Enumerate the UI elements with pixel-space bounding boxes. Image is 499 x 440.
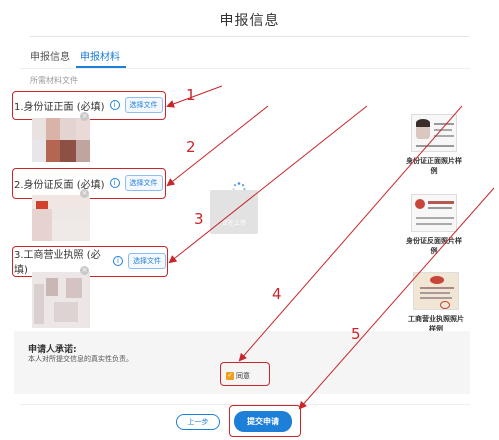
remove-file-icon[interactable]: ×	[80, 112, 89, 121]
annotation-number-4: 4	[272, 285, 282, 303]
remove-file-icon[interactable]: ×	[80, 266, 89, 275]
highlight-box-4	[220, 362, 270, 386]
sample-image[interactable]	[413, 272, 459, 310]
highlight-box-5	[229, 405, 301, 437]
highlight-box-1	[12, 91, 166, 120]
remove-file-icon[interactable]: ×	[80, 189, 89, 198]
uploaded-thumbnail-2	[32, 195, 90, 241]
sample-label: 身份证反面照片样例	[406, 237, 462, 255]
loading-text: 正在上传	[221, 220, 246, 227]
uploaded-thumbnail-3	[32, 272, 90, 328]
page-title: 申报信息	[219, 13, 280, 29]
arrow-2	[166, 105, 269, 187]
upload-loading-overlay: 正在上传	[210, 190, 258, 234]
arrow-3	[168, 105, 368, 264]
title-divider	[30, 36, 469, 37]
uploaded-thumbnail-1	[32, 118, 90, 162]
annotation-number-3: 3	[194, 210, 204, 228]
sample-image[interactable]	[411, 114, 457, 152]
section-label: 所需材料文件	[30, 76, 78, 85]
previous-step-button[interactable]: 上一步	[176, 414, 220, 430]
commitment-text: 本人对所提交信息的真实性负责。	[28, 355, 133, 363]
annotation-number-1: 1	[186, 86, 196, 104]
annotation-number-2: 2	[186, 138, 196, 156]
annotation-number-5: 5	[351, 325, 361, 343]
sample-label: 身份证正面照片样例	[406, 157, 462, 175]
tab-declaration-info[interactable]: 申报信息	[30, 48, 70, 63]
sample-image[interactable]	[411, 194, 457, 232]
tab-declaration-materials[interactable]: 申报材料	[80, 48, 120, 63]
tabs-divider	[20, 68, 470, 69]
